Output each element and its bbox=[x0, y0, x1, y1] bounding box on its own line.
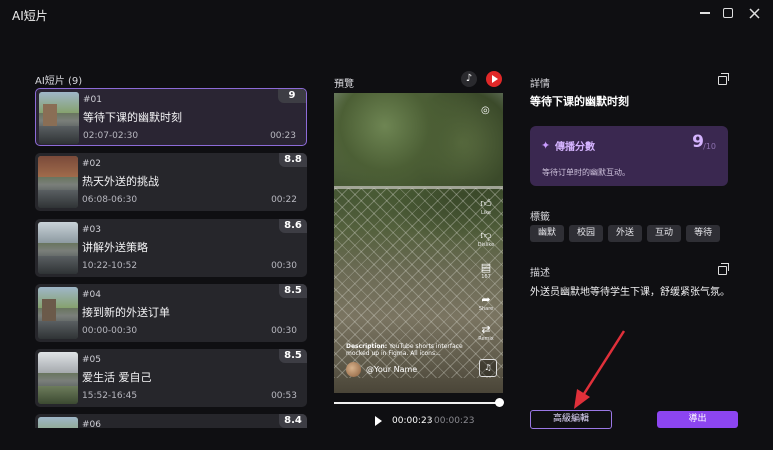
comment-icon: ▤ bbox=[480, 261, 492, 274]
clip-score-badge: 8.8 bbox=[279, 153, 307, 167]
score-denominator: /10 bbox=[703, 142, 716, 151]
tag-chip[interactable]: 幽默 bbox=[530, 225, 565, 242]
clip-thumbnail bbox=[38, 352, 78, 404]
comment-button[interactable]: ▤ 167 bbox=[474, 261, 498, 281]
clip-card-1[interactable]: #01 等待下课的幽默时刻 02:07-02:30 00:23 9 bbox=[35, 88, 307, 146]
virality-score-card: ✦ 傳播分數 9 /10 等待订单时的幽默互动。 bbox=[530, 126, 728, 186]
remix-button[interactable]: ⇄ Remix bbox=[474, 323, 498, 343]
clip-score-badge: 9 bbox=[278, 89, 306, 103]
clip-range: 15:52-16:45 bbox=[82, 391, 138, 401]
tag-chip[interactable]: 校园 bbox=[569, 225, 604, 242]
tags-header: 標籤 bbox=[530, 212, 550, 223]
clip-score-badge: 8.6 bbox=[279, 219, 307, 233]
copy-icon[interactable] bbox=[718, 73, 729, 85]
close-icon bbox=[748, 7, 760, 19]
clip-card-5[interactable]: #05 爱生活 爱自己 15:52-16:45 00:53 8.5 bbox=[35, 349, 307, 407]
clip-thumbnail bbox=[38, 417, 78, 428]
clip-number: #03 bbox=[82, 225, 101, 235]
clip-range: 06:08-06:30 bbox=[82, 195, 138, 205]
clip-duration: 00:30 bbox=[271, 326, 297, 336]
current-time: 00:00:23 bbox=[392, 416, 433, 426]
clip-range: 10:22-10:52 bbox=[82, 261, 138, 271]
minimize-button[interactable] bbox=[695, 5, 715, 21]
avatar bbox=[346, 362, 361, 377]
description-header: 描述 bbox=[530, 268, 550, 279]
maximize-icon bbox=[723, 8, 733, 18]
clip-number: #02 bbox=[82, 159, 101, 169]
clip-title: 接到新的外送订单 bbox=[82, 306, 170, 319]
camera-icon[interactable]: ◎ bbox=[481, 105, 490, 116]
tag-list: 幽默 校园 外送 互动 等待 bbox=[530, 225, 725, 242]
tag-chip[interactable]: 等待 bbox=[686, 225, 721, 242]
clip-score-badge: 8.5 bbox=[279, 284, 307, 298]
thumbs-down-icon: 👎︎ bbox=[480, 229, 492, 242]
clip-duration: 00:22 bbox=[271, 195, 297, 205]
share-button[interactable]: ➦ Share bbox=[474, 293, 498, 313]
video-preview[interactable]: ◎ 👍︎ Like 👎︎ Dislike ▤ 167 ➦ Share ⇄ Remix De… bbox=[334, 93, 503, 393]
clip-card-2[interactable]: #02 热天外送的挑战 06:08-06:30 00:22 8.8 bbox=[35, 153, 307, 211]
channel-info[interactable]: @Your Name bbox=[346, 362, 417, 377]
clip-number: #01 bbox=[83, 95, 102, 105]
clip-thumbnail bbox=[38, 222, 78, 274]
clip-score-badge: 8.5 bbox=[279, 349, 307, 363]
copy-icon[interactable] bbox=[718, 263, 729, 275]
close-button[interactable] bbox=[744, 5, 764, 21]
clip-card-6[interactable]: #06 8.4 bbox=[35, 414, 307, 428]
score-label: 傳播分數 bbox=[555, 142, 595, 153]
play-icon[interactable] bbox=[375, 416, 382, 426]
clip-title: 讲解外送策略 bbox=[82, 241, 148, 254]
advanced-edit-button[interactable]: 高級編輯 bbox=[530, 410, 612, 429]
minimize-icon bbox=[700, 12, 710, 14]
clip-card-3[interactable]: #03 讲解外送策略 10:22-10:52 00:30 8.6 bbox=[35, 219, 307, 277]
clip-title: 等待下课的幽默时刻 bbox=[83, 111, 182, 124]
clip-number: #05 bbox=[82, 355, 101, 365]
clip-score-badge: 8.4 bbox=[279, 414, 307, 428]
clip-thumbnail bbox=[38, 287, 78, 339]
progress-handle[interactable] bbox=[495, 398, 504, 407]
like-button[interactable]: 👍︎ Like bbox=[474, 197, 498, 217]
clip-duration: 00:53 bbox=[271, 391, 297, 401]
clip-title: 热天外送的挑战 bbox=[82, 175, 159, 188]
tag-chip[interactable]: 外送 bbox=[608, 225, 643, 242]
sound-icon[interactable]: ♫ bbox=[479, 359, 497, 377]
channel-name: @Your Name bbox=[366, 365, 418, 374]
clip-range: 02:07-02:30 bbox=[83, 131, 139, 141]
tag-chip[interactable]: 互动 bbox=[647, 225, 682, 242]
score-description: 等待订单时的幽默互动。 bbox=[542, 168, 630, 177]
sparkle-icon: ✦ bbox=[541, 139, 551, 152]
clip-thumbnail bbox=[38, 156, 78, 208]
detail-clip-title: 等待下课的幽默时刻 bbox=[530, 95, 629, 108]
clip-card-4[interactable]: #04 接到新的外送订单 00:00-00:30 00:30 8.5 bbox=[35, 284, 307, 342]
youtube-icon[interactable] bbox=[486, 71, 502, 87]
preview-header: 預覽 bbox=[334, 79, 354, 90]
export-button[interactable]: 導出 bbox=[657, 411, 738, 428]
clip-duration: 00:23 bbox=[270, 131, 296, 141]
dislike-button[interactable]: 👎︎ Dislike bbox=[474, 229, 498, 249]
clip-list-header: AI短片 (9) bbox=[35, 76, 83, 87]
window-title: AI短片 bbox=[12, 9, 48, 23]
annotation-arrow bbox=[574, 330, 626, 409]
details-header: 詳情 bbox=[530, 79, 550, 90]
progress-track[interactable] bbox=[334, 402, 500, 404]
clip-number: #04 bbox=[82, 290, 101, 300]
description-text: 外送员幽默地等待学生下课，舒缓紧张气氛。 bbox=[530, 287, 730, 298]
clip-title: 爱生活 爱自己 bbox=[82, 371, 152, 384]
clip-number: #06 bbox=[82, 420, 101, 428]
title-bar: AI短片 bbox=[0, 0, 773, 28]
time-separator: / bbox=[428, 416, 432, 426]
clip-thumbnail bbox=[39, 92, 79, 144]
maximize-button[interactable] bbox=[718, 5, 738, 21]
video-description: Description: YouTube shorts interface mo… bbox=[346, 343, 463, 357]
thumbs-up-icon: 👍︎ bbox=[480, 197, 492, 210]
total-time: 00:00:23 bbox=[434, 416, 475, 426]
clip-duration: 00:30 bbox=[271, 261, 297, 271]
share-icon: ➦ bbox=[481, 293, 491, 306]
clip-range: 00:00-00:30 bbox=[82, 326, 138, 336]
clip-list[interactable]: #01 等待下课的幽默时刻 02:07-02:30 00:23 9 #02 热天… bbox=[35, 88, 307, 428]
tiktok-icon[interactable]: ♪ bbox=[461, 71, 477, 87]
remix-icon: ⇄ bbox=[481, 323, 491, 336]
